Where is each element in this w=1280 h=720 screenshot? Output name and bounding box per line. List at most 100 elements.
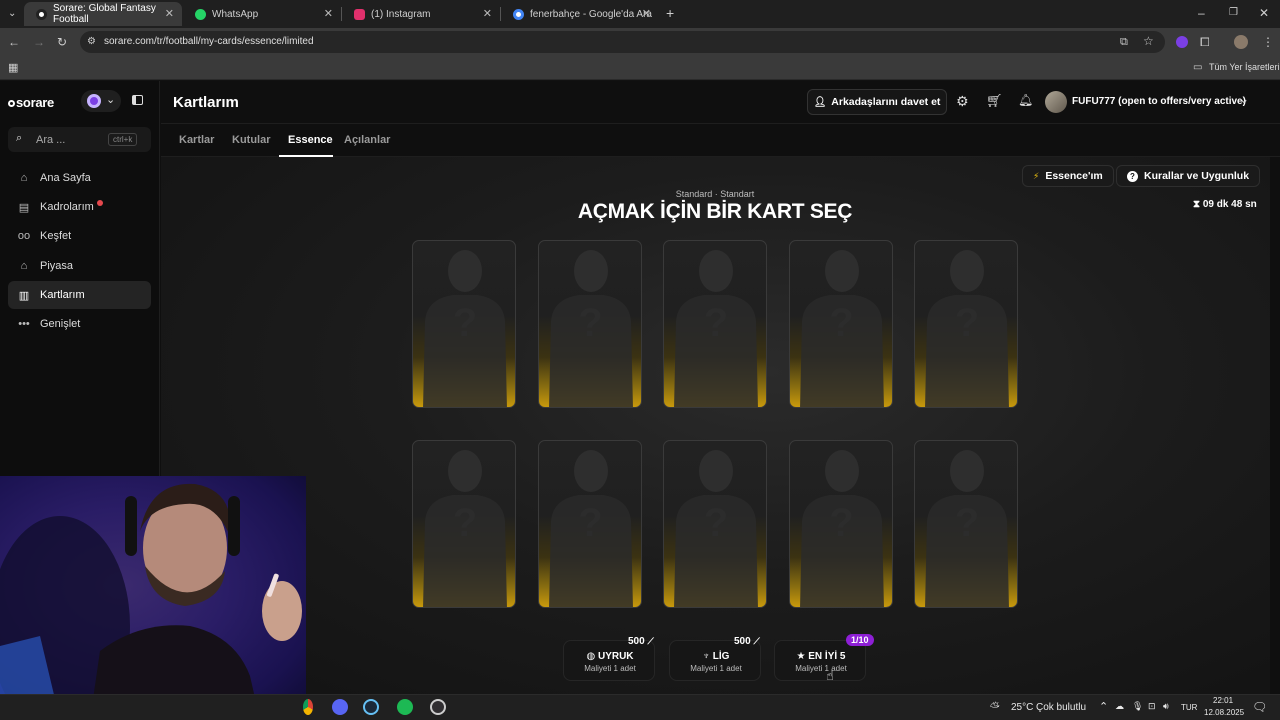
menu-kebab-icon[interactable]: ⋮ xyxy=(1262,35,1274,49)
spotify-taskbar-icon[interactable] xyxy=(397,699,413,715)
instagram-favicon xyxy=(354,8,365,20)
extension-icon[interactable] xyxy=(1176,36,1188,48)
settings-icon[interactable]: ⚙ xyxy=(956,93,969,110)
sidebar-item-discover[interactable]: oo Keşfet xyxy=(8,222,151,250)
rules-button[interactable]: ? Kurallar ve Uygunluk xyxy=(1116,165,1261,187)
chrome-taskbar-icon[interactable] xyxy=(303,699,313,715)
tab-boxes[interactable]: Kutular xyxy=(232,134,271,146)
install-icon[interactable]: ⧉ xyxy=(1120,35,1128,49)
folder-icon: ▭ xyxy=(1193,62,1203,73)
star-icon: ★ xyxy=(796,651,806,662)
sorare-logo[interactable]: sorare xyxy=(8,95,54,110)
notification-dot xyxy=(96,200,103,206)
sidebar-item-my-cards[interactable]: ▥ Kartlarım xyxy=(8,281,151,309)
mystery-card[interactable]: ? xyxy=(788,440,893,608)
top5-option-button[interactable]: ★ EN İYİ 5 Maliyeti 1 adet xyxy=(774,640,866,681)
mystery-card[interactable]: ? xyxy=(914,240,1018,408)
network-icon[interactable]: ⊡ xyxy=(1148,701,1156,712)
search-input[interactable]: ⌕ Ara ... ctrl+k xyxy=(8,127,151,152)
invite-friends-button[interactable]: 👤︎ Arkadaşlarını davet et xyxy=(807,89,947,115)
tab-cards[interactable]: Kartlar xyxy=(179,134,214,146)
browser-tab-bar: ⌄ Sorare: Global Fantasy Football ✕ What… xyxy=(0,0,1280,28)
tab-search-icon[interactable]: ⌄ xyxy=(8,7,16,21)
restore-icon[interactable]: ❐ xyxy=(1229,6,1238,20)
more-icon: ••• xyxy=(18,318,30,330)
mystery-card[interactable]: ? xyxy=(663,240,767,408)
collapse-sidebar-icon[interactable] xyxy=(132,95,143,105)
weather-text[interactable]: Çok bulutlu xyxy=(1036,702,1086,713)
notifications-icon[interactable]: 🗨︎ xyxy=(1252,700,1267,714)
binoculars-icon: oo xyxy=(17,230,31,242)
tray-chevron-up-icon[interactable]: ⌃ xyxy=(1099,700,1108,713)
obs-taskbar-icon[interactable] xyxy=(430,699,446,715)
tab-opened[interactable]: Açılanlar xyxy=(344,134,390,146)
sidebar-item-market[interactable]: ⌂ Piyasa xyxy=(8,252,151,280)
mystery-card[interactable]: ? xyxy=(412,440,516,608)
game-switcher[interactable]: ⌄ xyxy=(81,90,121,112)
mystery-card[interactable]: ? xyxy=(412,240,516,408)
microphone-icon[interactable]: 🎙︎ xyxy=(1132,701,1143,712)
tab-essence[interactable]: Essence xyxy=(288,134,333,146)
minimize-icon[interactable]: – xyxy=(1198,6,1205,20)
sidebar-item-label: Kadrolarım xyxy=(40,201,94,213)
tab-title: fenerbahçe - Google'da Ara xyxy=(530,8,652,20)
sorare-favicon xyxy=(36,8,47,20)
close-icon[interactable]: ✕ xyxy=(165,7,174,20)
close-icon[interactable]: ✕ xyxy=(324,7,333,20)
reload-icon[interactable]: ↻ xyxy=(57,35,67,49)
close-icon[interactable]: ✕ xyxy=(483,7,492,20)
help-circle-icon: ? xyxy=(1127,170,1138,182)
search-icon: ⌕ xyxy=(16,132,23,144)
new-tab-icon[interactable]: + xyxy=(666,6,674,20)
mystery-card[interactable]: ? xyxy=(914,440,1018,608)
tab-sorare[interactable]: Sorare: Global Fantasy Football ✕ xyxy=(24,2,182,26)
mystery-card[interactable]: ? xyxy=(537,240,642,408)
tab-title: WhatsApp xyxy=(212,8,259,20)
tab-google[interactable]: fenerbahçe - Google'da Ara ✕ xyxy=(501,2,659,26)
store-icon: ⌂ xyxy=(20,260,28,272)
site-info-icon[interactable]: ⚙ xyxy=(87,35,96,49)
clock-time[interactable]: 22:01 xyxy=(1213,696,1233,705)
question-mark: ? xyxy=(578,301,603,345)
tab-title: Sorare: Global Fantasy Football xyxy=(53,3,156,25)
my-essence-button[interactable]: ⚡︎ Essence'ım xyxy=(1022,165,1114,187)
tab-whatsapp[interactable]: WhatsApp ✕ xyxy=(183,2,341,26)
sidebar-item-expand[interactable]: ••• Genişlet xyxy=(8,310,151,338)
extensions-puzzle-icon[interactable]: ⧠ xyxy=(1200,35,1210,49)
option-subtitle: Maliyeti 1 adet xyxy=(795,664,847,673)
profile-avatar-icon[interactable] xyxy=(1234,35,1248,49)
sidebar-item-label: Keşfet xyxy=(40,230,72,242)
trophy-icon: ♆ xyxy=(702,651,711,662)
timer-text: 09 dk 48 sn xyxy=(1202,199,1257,210)
discord-like-taskbar-icon[interactable] xyxy=(332,699,348,715)
mystery-card[interactable]: ? xyxy=(663,440,767,608)
steam-taskbar-icon[interactable] xyxy=(363,699,379,715)
mystery-card[interactable]: ? xyxy=(788,240,893,408)
cart-icon[interactable]: 🛒︎ xyxy=(986,93,1003,109)
weather-temp[interactable]: 25°C xyxy=(1011,702,1033,713)
close-icon[interactable]: ✕ xyxy=(642,7,651,20)
back-icon[interactable]: ← xyxy=(8,35,20,49)
volume-icon[interactable]: 🔊︎ xyxy=(1163,701,1169,712)
address-bar[interactable]: ⚙ sorare.com/tr/football/my-cards/essenc… xyxy=(80,31,1165,53)
user-icon: 👤︎ xyxy=(813,96,827,108)
all-bookmarks-link[interactable]: Tüm Yer İşaretleri xyxy=(1209,62,1280,72)
google-favicon xyxy=(513,8,524,20)
sidebar-item-home[interactable]: ⌂ Ana Sayfa xyxy=(8,164,151,192)
username-label[interactable]: FUFU777 (open to offers/very active) xyxy=(1072,96,1246,107)
clock-date[interactable]: 12.08.2025 xyxy=(1204,708,1244,717)
invite-label: Arkadaşlarını davet et xyxy=(831,96,941,108)
bell-icon[interactable]: 🔔︎ xyxy=(1018,93,1033,107)
forward-icon[interactable]: → xyxy=(33,35,45,49)
close-window-icon[interactable]: ✕ xyxy=(1259,6,1269,20)
league-price: 500 ⟋ xyxy=(734,636,760,647)
tab-instagram[interactable]: (1) Instagram ✕ xyxy=(342,2,500,26)
avatar[interactable] xyxy=(1045,91,1067,113)
question-mark: ? xyxy=(954,501,980,545)
bookmark-star-icon[interactable]: ☆ xyxy=(1143,34,1154,48)
sidebar-item-lineups[interactable]: ▤ Kadrolarım xyxy=(8,193,151,221)
mystery-card[interactable]: ? xyxy=(537,440,642,608)
chevron-down-icon[interactable]: ⌄ xyxy=(1239,92,1249,106)
apps-grid-icon[interactable]: ▦ xyxy=(8,61,18,75)
language-indicator[interactable]: TUR xyxy=(1181,703,1197,712)
